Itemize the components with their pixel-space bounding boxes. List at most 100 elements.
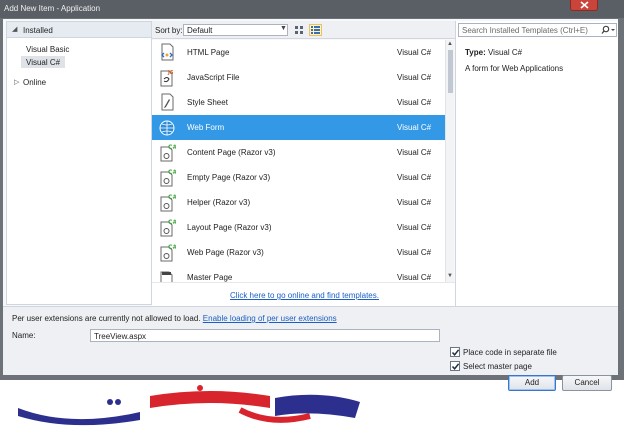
template-item-html-page[interactable]: HTML Page Visual C# xyxy=(152,40,445,65)
list-view-icon xyxy=(311,26,320,34)
close-button[interactable] xyxy=(570,0,598,11)
template-language: Visual C# xyxy=(397,148,432,157)
dialog-body: ◢ Installed Visual Basic Visual C# ▷ Onl… xyxy=(3,19,618,391)
svg-text:JS: JS xyxy=(167,70,174,76)
place-code-checkbox[interactable] xyxy=(450,347,460,357)
details-pane: Search Installed Templates (Ctrl+E) Type… xyxy=(455,21,618,306)
name-label: Name: xyxy=(12,331,36,340)
template-item-empty-page[interactable]: C# Empty Page (Razor v3) Visual C# xyxy=(152,165,445,190)
scrollbar-thumb[interactable] xyxy=(448,50,453,93)
template-item-javascript-file[interactable]: JS JavaScript File Visual C# xyxy=(152,65,445,90)
type-label: Type: xyxy=(465,48,486,57)
template-language: Visual C# xyxy=(397,223,432,232)
cancel-button[interactable]: Cancel xyxy=(562,375,612,391)
template-name: Web Page (Razor v3) xyxy=(187,248,264,257)
template-name: Helper (Razor v3) xyxy=(187,198,251,207)
template-language: Visual C# xyxy=(397,73,432,82)
small-icons-view-button[interactable] xyxy=(293,24,306,36)
svg-text:C#: C# xyxy=(168,219,176,226)
template-item-layout-page[interactable]: C# Layout Page (Razor v3) Visual C# xyxy=(152,215,445,240)
razor-page-icon: C# xyxy=(160,244,176,262)
template-description: A form for Web Applications xyxy=(465,64,564,73)
template-name: Empty Page (Razor v3) xyxy=(187,173,271,182)
checkmark-icon xyxy=(451,363,460,370)
svg-text:C#: C# xyxy=(168,194,176,201)
template-name: Content Page (Razor v3) xyxy=(187,148,276,157)
web-form-icon xyxy=(159,120,175,136)
place-code-label[interactable]: Place code in separate file xyxy=(463,348,557,357)
type-value: Visual C# xyxy=(487,48,523,57)
extensions-message-text: Per user extensions are currently not al… xyxy=(12,314,201,323)
sort-dropdown[interactable]: Default ▼ xyxy=(183,24,288,36)
chevron-down-icon: ▼ xyxy=(280,25,287,32)
template-item-master-page[interactable]: Master Page Visual C# xyxy=(152,265,445,282)
template-item-content-page[interactable]: C# Content Page (Razor v3) Visual C# xyxy=(152,140,445,165)
razor-page-icon: C# xyxy=(160,169,176,187)
template-item-web-page[interactable]: C# Web Page (Razor v3) Visual C# xyxy=(152,240,445,265)
bottom-panel: Per user extensions are currently not al… xyxy=(3,306,618,391)
template-item-web-form[interactable]: Web Form Visual C# xyxy=(152,115,445,140)
categories-tree: ◢ Installed Visual Basic Visual C# ▷ Onl… xyxy=(6,21,152,305)
extensions-message: Per user extensions are currently not al… xyxy=(12,314,337,323)
sort-label: Sort by: xyxy=(155,26,183,35)
online-templates-link[interactable]: Click here to go online and find templat… xyxy=(230,291,379,300)
svg-text:C#: C# xyxy=(168,144,176,151)
template-list-scrollbar[interactable]: ▲ ▼ xyxy=(445,40,454,282)
template-language: Visual C# xyxy=(397,198,432,207)
search-icon[interactable] xyxy=(601,25,615,35)
template-name: Style Sheet xyxy=(187,98,228,107)
scroll-down-icon[interactable]: ▼ xyxy=(447,273,453,279)
type-info: Type: Visual C# xyxy=(465,48,522,57)
search-input[interactable]: Search Installed Templates (Ctrl+E) xyxy=(458,23,617,37)
template-list[interactable]: HTML Page Visual C# JS JavaScript File V… xyxy=(152,40,445,282)
collapse-triangle-icon[interactable]: ◢ xyxy=(12,25,17,33)
template-language: Visual C# xyxy=(397,273,432,282)
title-bar[interactable]: Add New Item - Application xyxy=(0,0,624,18)
template-name: Master Page xyxy=(187,273,233,282)
sort-toolbar: Sort by: Default ▼ xyxy=(152,21,455,39)
javascript-file-icon: JS xyxy=(160,70,174,87)
close-icon xyxy=(580,1,589,9)
add-button[interactable]: Add xyxy=(508,375,556,391)
scroll-up-icon[interactable]: ▲ xyxy=(447,41,453,47)
name-value: TreeView.aspx xyxy=(94,332,147,341)
template-language: Visual C# xyxy=(397,123,432,132)
select-master-label[interactable]: Select master page xyxy=(463,362,532,371)
tree-item-visual-csharp[interactable]: Visual C# xyxy=(26,58,60,67)
razor-page-icon: C# xyxy=(160,219,176,237)
template-name: Layout Page (Razor v3) xyxy=(187,223,272,232)
template-name: Web Form xyxy=(187,123,225,132)
template-language: Visual C# xyxy=(397,248,432,257)
medium-icons-view-button[interactable] xyxy=(309,24,322,36)
template-language: Visual C# xyxy=(397,48,432,57)
html-page-icon xyxy=(161,43,174,61)
name-field[interactable]: TreeView.aspx xyxy=(90,329,440,342)
online-templates-bar: Click here to go online and find templat… xyxy=(152,282,455,306)
watermark-logo xyxy=(10,380,370,428)
search-placeholder: Search Installed Templates (Ctrl+E) xyxy=(462,26,588,35)
add-new-item-dialog: Add New Item - Application ◢ Installed V… xyxy=(0,0,624,391)
enable-extensions-link[interactable]: Enable loading of per user extensions xyxy=(203,314,337,323)
checkmark-icon xyxy=(451,349,460,356)
master-page-icon xyxy=(160,271,173,282)
sort-value: Default xyxy=(187,26,213,35)
template-language: Visual C# xyxy=(397,173,432,182)
window-title: Add New Item - Application xyxy=(4,4,101,13)
grid-view-icon xyxy=(295,26,303,34)
installed-label: Installed xyxy=(23,26,53,35)
template-name: HTML Page xyxy=(187,48,230,57)
select-master-checkbox[interactable] xyxy=(450,361,460,371)
razor-page-icon: C# xyxy=(160,144,176,162)
templates-area: Sort by: Default ▼ HTML Page Visual C# J… xyxy=(152,21,455,306)
template-name: JavaScript File xyxy=(187,73,240,82)
razor-page-icon: C# xyxy=(160,194,176,212)
installed-header[interactable]: ◢ Installed xyxy=(7,22,151,38)
expand-triangle-icon[interactable]: ▷ xyxy=(14,78,19,86)
template-item-style-sheet[interactable]: Style Sheet Visual C# xyxy=(152,90,445,115)
tree-item-visual-basic[interactable]: Visual Basic xyxy=(26,45,69,54)
tree-item-online[interactable]: Online xyxy=(23,78,46,87)
template-item-helper[interactable]: C# Helper (Razor v3) Visual C# xyxy=(152,190,445,215)
svg-text:C#: C# xyxy=(168,169,176,176)
style-sheet-icon xyxy=(161,93,174,111)
template-language: Visual C# xyxy=(397,98,432,107)
